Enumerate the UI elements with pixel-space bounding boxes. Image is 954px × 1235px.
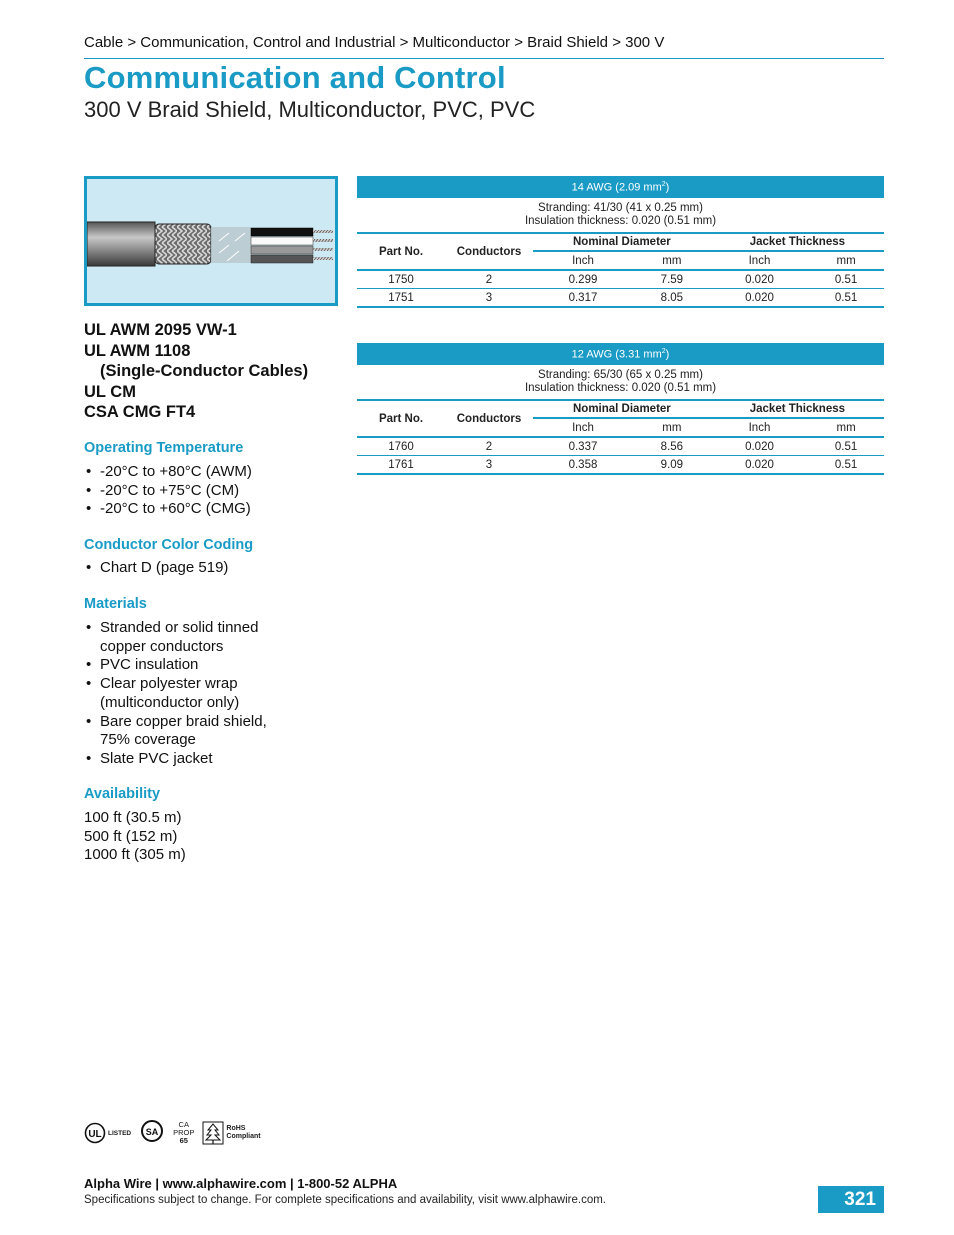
- header-divider: [84, 58, 884, 59]
- table-gauge-header: 12 AWG (3.31 mm2): [357, 343, 884, 365]
- col-header-jacket-thickness: Jacket Thickness: [710, 233, 884, 252]
- footer-disclaimer: Specifications subject to change. For co…: [84, 1194, 607, 1206]
- col-header-inch: Inch: [572, 421, 594, 434]
- operating-temperature-heading: Operating Temperature: [84, 440, 244, 456]
- col-header-inch: Inch: [572, 254, 594, 267]
- table-row: 1761 3 0.358 9.09 0.020 0.51: [357, 455, 884, 475]
- table-row: 1751 3 0.317 8.05 0.020 0.51: [357, 288, 884, 308]
- color-coding-list: Chart D (page 519): [84, 559, 228, 578]
- csa-logo: SA: [139, 1119, 165, 1148]
- col-header-nominal-diameter: Nominal Diameter: [533, 233, 711, 252]
- col-header-inch: Inch: [748, 421, 771, 434]
- ul-icon: UL: [84, 1122, 106, 1144]
- col-header-mm: mm: [836, 254, 856, 267]
- table-stranding-info: Stranding: 65/30 (65 x 0.25 mm) Insulatio…: [357, 365, 884, 401]
- breadcrumb: Cable > Communication, Control and Indus…: [84, 34, 665, 51]
- table-row: 1760 2 0.337 8.56 0.020 0.51: [357, 436, 884, 456]
- list-item: -20°C to +80°C (AWM): [84, 463, 252, 482]
- table-row: 1750 2 0.299 7.59 0.020 0.51: [357, 269, 884, 289]
- list-item: Chart D (page 519): [84, 559, 228, 578]
- col-header-mm: mm: [662, 254, 682, 267]
- svg-text:SA: SA: [146, 1127, 159, 1137]
- cert-item: UL AWM 2095 VW-1: [84, 321, 237, 339]
- rohs-logo: RoHS Compliant: [202, 1121, 261, 1145]
- materials-heading: Materials: [84, 596, 147, 612]
- availability-item: 1000 ft (305 m): [84, 846, 186, 864]
- table-stranding-info: Stranding: 41/30 (41 x 0.25 mm) Insulatio…: [357, 198, 884, 234]
- list-item: Slate PVC jacket: [84, 750, 299, 769]
- cert-item: UL CM: [84, 382, 136, 401]
- certification-logos: UL LISTED SA CA PROP 65 RoHS Compliant: [84, 1116, 261, 1150]
- list-item: Stranded or solid tinned copper conducto…: [84, 619, 299, 656]
- page-title: Communication and Control: [84, 60, 506, 95]
- col-header-mm: mm: [836, 421, 856, 434]
- list-item: -20°C to +60°C (CMG): [84, 500, 252, 519]
- cert-item-note: (Single-Conductor Cables): [100, 362, 309, 380]
- col-header-conductors: Conductors: [456, 245, 522, 258]
- product-image: [84, 176, 338, 306]
- availability-list: 100 ft (30.5 m) 500 ft (152 m) 1000 ft (…: [84, 809, 186, 865]
- materials-list: Stranded or solid tinned copper conducto…: [84, 619, 299, 769]
- page-number: 321: [818, 1186, 884, 1213]
- col-header-nominal-diameter: Nominal Diameter: [533, 400, 711, 419]
- cable-cutaway-illustration: [86, 221, 333, 267]
- list-item: -20°C to +75°C (CM): [84, 482, 252, 501]
- color-coding-heading: Conductor Color Coding: [84, 537, 254, 553]
- csa-icon: SA: [141, 1119, 164, 1142]
- col-header-part-no: Part No.: [378, 245, 424, 258]
- footer-contact: Alpha Wire | www.alphawire.com | 1-800-5…: [84, 1176, 398, 1191]
- list-item: PVC insulation: [84, 656, 299, 675]
- col-header-part-no: Part No.: [378, 412, 424, 425]
- list-item: Bare copper braid shield, 75% coverage: [84, 713, 299, 750]
- cert-item: CSA CMG FT4: [84, 403, 196, 421]
- col-header-mm: mm: [662, 421, 682, 434]
- cert-item: UL AWM 1108: [84, 341, 191, 360]
- operating-temperature-list: -20°C to +80°C (AWM) -20°C to +75°C (CM)…: [84, 463, 252, 519]
- rohs-tree-icon: [202, 1121, 224, 1145]
- table-gauge-header: 14 AWG (2.09 mm2): [357, 176, 884, 198]
- svg-text:UL: UL: [88, 1129, 101, 1140]
- availability-item: 500 ft (152 m): [84, 827, 178, 845]
- page-subtitle: 300 V Braid Shield, Multiconductor, PVC,…: [84, 97, 536, 122]
- list-item: Clear polyester wrap (multiconductor onl…: [84, 675, 299, 712]
- spec-table-12awg: 12 AWG (3.31 mm2) Stranding: 65/30 (65 x…: [357, 343, 884, 475]
- availability-item: 100 ft (30.5 m): [84, 809, 182, 826]
- ul-listed-logo: UL LISTED: [84, 1122, 131, 1144]
- col-header-jacket-thickness: Jacket Thickness: [710, 400, 884, 419]
- certifications: UL AWM 2095 VW-1 UL AWM 1108 (Single-Con…: [84, 320, 308, 423]
- col-header-inch: Inch: [748, 254, 771, 267]
- prop65-logo: CA PROP 65: [173, 1120, 195, 1145]
- col-header-conductors: Conductors: [456, 412, 522, 425]
- spec-table-14awg: 14 AWG (2.09 mm2) Stranding: 41/30 (41 x…: [357, 176, 884, 308]
- availability-heading: Availability: [84, 786, 161, 802]
